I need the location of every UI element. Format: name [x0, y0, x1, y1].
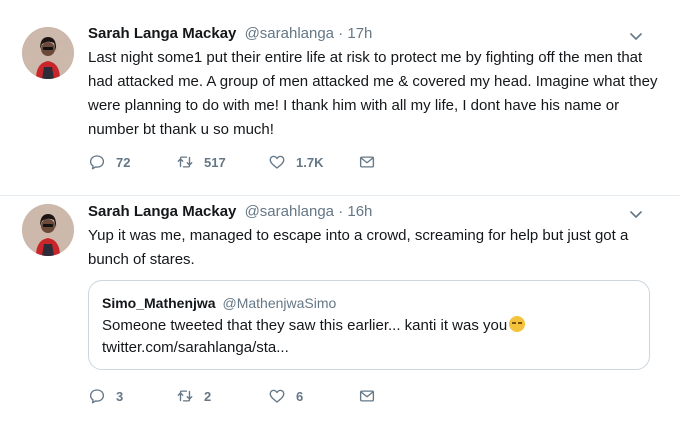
separator-dot: ·	[338, 203, 344, 220]
like-button[interactable]: 6	[268, 386, 303, 406]
like-button[interactable]: 1.7K	[268, 152, 323, 172]
tweet-text: Yup it was me, managed to escape into a …	[88, 227, 629, 268]
retweet-count: 2	[204, 388, 212, 404]
retweet-button[interactable]: 517	[176, 152, 226, 172]
chevron-down-icon[interactable]	[628, 28, 644, 44]
separator-dot: ·	[338, 25, 344, 42]
tweet[interactable]: Sarah Langa Mackay @sarahlanga · 16h Yup…	[0, 196, 680, 430]
quoted-tweet-header: Simo_Mathenjwa @MathenjwaSimo	[102, 293, 637, 313]
author-handle[interactable]: @sarahlanga	[245, 25, 334, 42]
relieved-face-emoji	[509, 316, 526, 332]
retweet-icon	[177, 156, 193, 168]
author-name[interactable]: Sarah Langa Mackay	[88, 203, 236, 220]
reply-icon	[89, 155, 105, 170]
author-handle[interactable]: @sarahlanga	[245, 203, 334, 220]
like-count: 6	[296, 388, 304, 404]
reply-count: 72	[116, 154, 131, 170]
tweet-header: Sarah Langa Mackay @sarahlanga · 17h	[88, 24, 372, 44]
tweet-text: Last night some1 put their entire life a…	[88, 49, 658, 138]
like-count: 1.7K	[296, 154, 324, 170]
direct-message-button[interactable]	[358, 386, 376, 406]
avatar[interactable]	[22, 204, 74, 256]
quoted-author-name: Simo_Mathenjwa	[102, 295, 216, 311]
tweet-header: Sarah Langa Mackay @sarahlanga · 16h	[88, 202, 372, 222]
quoted-tweet-link[interactable]: twitter.com/sarahlanga/sta...	[102, 337, 637, 359]
heart-icon	[269, 155, 285, 169]
quoted-tweet[interactable]: Simo_Mathenjwa @MathenjwaSimo Someone tw…	[88, 280, 650, 370]
direct-message-button[interactable]	[358, 152, 376, 172]
tweet[interactable]: Sarah Langa Mackay @sarahlanga · 17h Las…	[0, 0, 680, 196]
avatar[interactable]	[22, 27, 74, 79]
reply-button[interactable]: 3	[88, 386, 123, 406]
quoted-tweet-text: Someone tweeted that they saw this earli…	[102, 315, 637, 337]
retweet-icon	[177, 390, 193, 402]
timestamp[interactable]: 17h	[347, 25, 372, 42]
reply-button[interactable]: 72	[88, 152, 130, 172]
envelope-icon	[359, 156, 375, 168]
retweet-count: 517	[204, 154, 226, 170]
quoted-author-handle: @MathenjwaSimo	[222, 295, 337, 311]
author-name[interactable]: Sarah Langa Mackay	[88, 25, 236, 42]
quoted-text-content: Someone tweeted that they saw this earli…	[102, 317, 508, 334]
reply-icon	[89, 389, 105, 404]
timestamp[interactable]: 16h	[347, 203, 372, 220]
envelope-icon	[359, 390, 375, 402]
chevron-down-icon[interactable]	[628, 206, 644, 222]
reply-count: 3	[116, 388, 124, 404]
heart-icon	[269, 389, 285, 403]
retweet-button[interactable]: 2	[176, 386, 211, 406]
